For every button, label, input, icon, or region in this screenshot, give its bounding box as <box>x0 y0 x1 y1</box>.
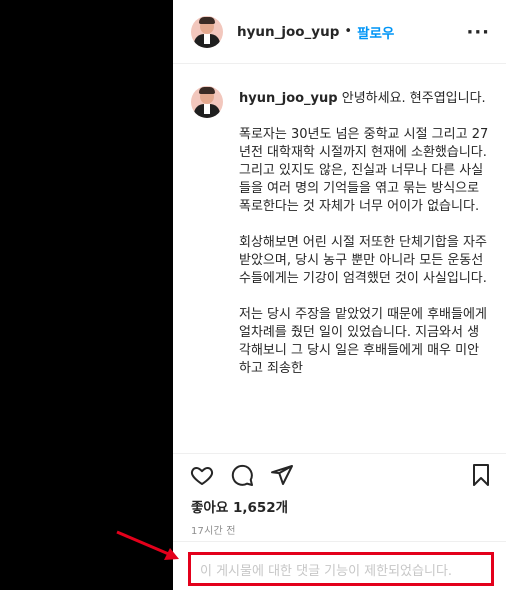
post-timestamp[interactable]: 17시간 전 <box>191 522 236 537</box>
comment-icon[interactable] <box>229 462 255 488</box>
red-arrow-annotation <box>116 530 179 560</box>
header-separator: • <box>344 24 353 39</box>
caption-paragraph: 폭로자는 30년도 넘은 중학교 시절 그리고 27년전 대학재학 시절까지 현… <box>239 127 489 214</box>
caption-comment: hyun_joo_yup 안녕하세요. 현주엽입니다. 폭로자는 30년도 넘은… <box>191 86 491 446</box>
caption-greeting: 안녕하세요. 현주엽입니다. <box>341 91 486 106</box>
post-media-area <box>0 0 173 590</box>
post-header: hyun_joo_yup • 팔로우 ··· <box>173 0 506 64</box>
caption-author-avatar[interactable] <box>191 86 223 118</box>
more-horizontal-icon[interactable]: ··· <box>466 22 490 43</box>
caption-first-line: hyun_joo_yup 안녕하세요. 현주엽입니다. <box>239 90 491 108</box>
caption-username[interactable]: hyun_joo_yup <box>239 91 338 106</box>
paper-plane-icon[interactable] <box>269 462 295 488</box>
like-count[interactable]: 좋아요 1,652개 <box>191 496 288 516</box>
action-bar <box>173 453 506 497</box>
post-side-panel: hyun_joo_yup • 팔로우 ··· hyun_joo_yup 안녕하세… <box>173 0 506 590</box>
author-avatar[interactable] <box>191 15 223 48</box>
comments-disabled-notice: 이 게시물에 대한 댓글 기능이 제한되었습니다. <box>188 552 494 586</box>
heart-icon[interactable] <box>189 462 215 488</box>
caption-paragraph: 저는 당시 주장을 맡았었기 때문에 후배들에게 얼차례를 줬던 일이 있었습니… <box>239 307 487 376</box>
caption-body: hyun_joo_yup 안녕하세요. 현주엽입니다. 폭로자는 30년도 넘은… <box>239 90 491 378</box>
author-username[interactable]: hyun_joo_yup <box>237 24 339 40</box>
comment-area: 이 게시물에 대한 댓글 기능이 제한되었습니다. <box>173 541 506 590</box>
caption-paragraph: 회상해보면 어린 시절 저또한 단체기합을 자주 받았으며, 당시 농구 뿐만 … <box>239 235 487 286</box>
bookmark-icon[interactable] <box>468 462 494 488</box>
follow-button[interactable]: 팔로우 <box>357 22 394 42</box>
comments-disabled-text: 이 게시물에 대한 댓글 기능이 제한되었습니다. <box>200 563 453 579</box>
